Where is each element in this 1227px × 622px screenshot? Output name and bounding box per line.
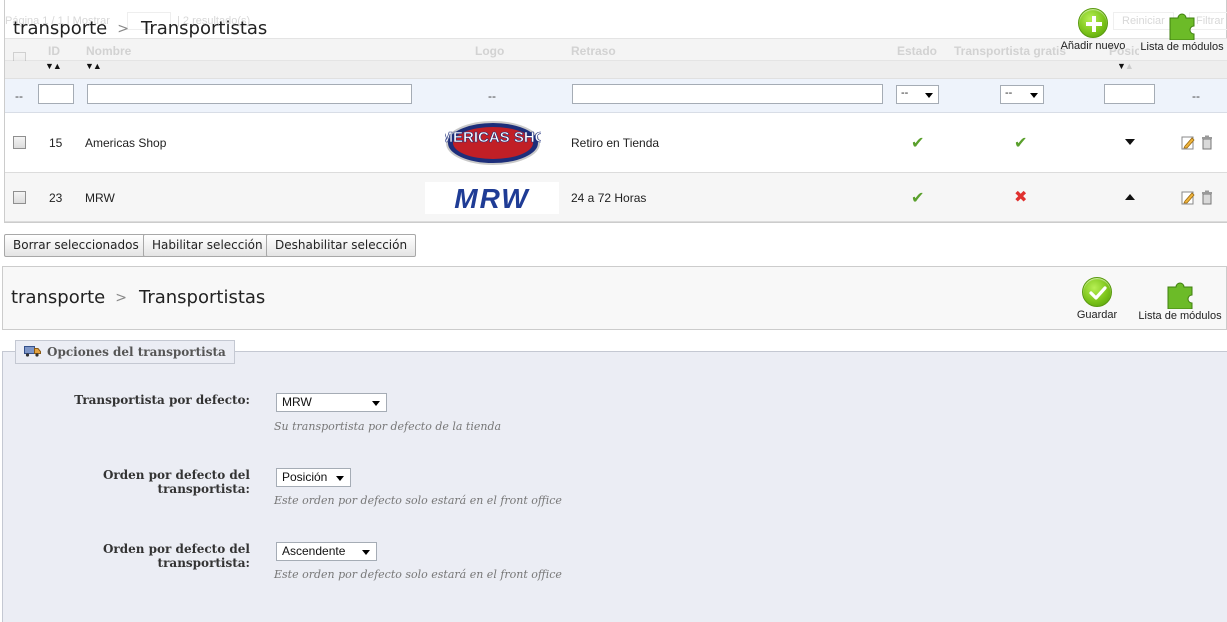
sort-row (5, 61, 1227, 79)
default-carrier-label: Transportista por defecto: (74, 393, 250, 407)
filter-estado-value: -- (901, 87, 909, 99)
modules-list-label: Lista de módulos (1138, 310, 1222, 322)
row-delay: 24 a 72 Horas (571, 191, 647, 205)
filter-gratis-select[interactable]: -- (1000, 85, 1044, 104)
filter-nombre-input[interactable] (87, 84, 412, 104)
row-delay: Retiro en Tienda (571, 136, 660, 150)
row-name: Americas Shop (85, 136, 167, 150)
filter-actions-placeholder: -- (1192, 89, 1200, 103)
edit-icon[interactable] (1181, 190, 1196, 205)
col-logo: Logo (475, 44, 505, 58)
filter-logo-placeholder: -- (488, 89, 496, 103)
breadcrumb: transporte > Transportistas (13, 18, 267, 39)
chevron-down-icon (925, 93, 933, 98)
move-up-icon[interactable] (1125, 194, 1135, 200)
add-new-label: Añadir nuevo (1060, 40, 1126, 52)
sort-posicion-icon[interactable]: ▼▲ (1117, 61, 1134, 71)
breadcrumb-current: Transportistas (140, 18, 268, 39)
enable-selected-button[interactable]: Habilitar selección (143, 234, 272, 257)
row-id: 23 (49, 191, 63, 205)
save-button[interactable]: Guardar (1072, 277, 1122, 321)
save-label: Guardar (1076, 309, 1118, 321)
col-retraso[interactable]: Retraso (571, 44, 616, 58)
delete-icon[interactable] (1201, 190, 1213, 205)
breadcrumb-current: Transportistas (138, 287, 266, 308)
free-disabled-icon[interactable]: ✖ (1014, 187, 1027, 207)
filter-id-input[interactable] (38, 84, 74, 104)
truck-icon (24, 346, 41, 357)
chevron-down-icon (336, 476, 344, 481)
move-down-icon[interactable] (1125, 139, 1135, 145)
default-order-by-select[interactable]: Posición (276, 468, 351, 487)
row-id: 15 (49, 136, 63, 150)
default-order-by-hint: Este orden por defecto solo estará en el… (274, 494, 562, 507)
col-nombre[interactable]: Nombre (86, 44, 131, 58)
filter-checkbox-placeholder: -- (15, 89, 23, 103)
filter-posicion-input[interactable] (1104, 84, 1155, 104)
col-id[interactable]: ID (48, 44, 60, 58)
add-icon (1078, 8, 1108, 38)
sort-nombre-icon[interactable]: ▼▲ (85, 61, 102, 71)
carriers-list-panel: Página 1 / 1 | Mostrar | 2 resultado(s) … (4, 0, 1227, 223)
breadcrumb-separator-icon: > (115, 290, 127, 306)
fieldset-legend: Opciones del transportista (15, 340, 235, 364)
default-carrier-value: MRW (282, 395, 312, 409)
breadcrumb-parent[interactable]: transporte (11, 287, 105, 308)
row-name: MRW (85, 191, 115, 205)
filter-gratis-value: -- (1005, 87, 1013, 99)
carrier-logo-mrw: MRW (425, 182, 559, 214)
disable-selected-button[interactable]: Deshabilitar selección (266, 234, 417, 257)
status-enabled-icon[interactable]: ✔ (911, 188, 924, 208)
filter-retraso-input[interactable] (572, 84, 883, 104)
checkmark-icon (1082, 277, 1112, 307)
chevron-down-icon (362, 550, 370, 555)
modules-list-button-2[interactable]: Lista de módulos (1136, 277, 1224, 322)
breadcrumb-parent[interactable]: transporte (13, 18, 107, 39)
carrier-logo-americas: AMERICAS SHOP (429, 120, 557, 166)
default-order-way-select[interactable]: Ascendente (276, 542, 377, 561)
breadcrumb-separator-icon: > (117, 21, 129, 37)
default-carrier-hint: Su transportista por defecto de la tiend… (274, 420, 502, 433)
chevron-down-icon (1030, 93, 1038, 98)
default-order-by-label: Orden por defecto del transportista: (102, 468, 250, 496)
edit-icon[interactable] (1181, 135, 1196, 150)
delete-selected-button[interactable]: Borrar seleccionados (4, 234, 148, 257)
legend-text: Opciones del transportista (47, 345, 226, 359)
row-checkbox[interactable] (13, 191, 26, 204)
puzzle-icon (1169, 13, 1195, 40)
add-new-button[interactable]: Añadir nuevo (1058, 8, 1128, 52)
chevron-down-icon (372, 401, 380, 406)
default-carrier-select[interactable]: MRW (276, 393, 387, 412)
col-estado[interactable]: Estado (897, 44, 937, 58)
status-enabled-icon[interactable]: ✔ (911, 133, 924, 153)
sort-id-icon[interactable]: ▼▲ (45, 61, 62, 71)
default-order-way-label: Orden por defecto del transportista: (102, 542, 250, 570)
puzzle-icon (1167, 282, 1193, 309)
row-checkbox[interactable] (13, 136, 26, 149)
modules-list-button[interactable]: Lista de módulos (1139, 8, 1225, 53)
delete-icon[interactable] (1201, 135, 1213, 150)
filter-estado-select[interactable]: -- (896, 85, 939, 104)
default-order-way-value: Ascendente (282, 544, 346, 558)
modules-list-label: Lista de módulos (1140, 41, 1224, 53)
default-order-way-hint: Este orden por defecto solo estará en el… (274, 568, 562, 581)
breadcrumb-2: transporte > Transportistas (11, 287, 265, 308)
default-order-by-value: Posición (282, 470, 328, 484)
americas-logo-text: AMERICAS SHOP (445, 129, 541, 146)
free-enabled-icon[interactable]: ✔ (1014, 133, 1027, 153)
mrw-logo-text: MRW (454, 183, 530, 214)
